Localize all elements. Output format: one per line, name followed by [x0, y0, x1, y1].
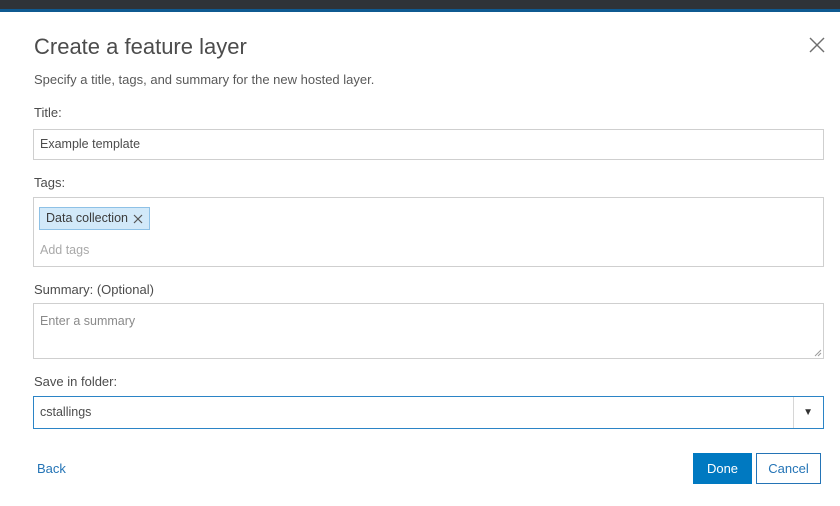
summary-placeholder: Enter a summary	[40, 314, 136, 328]
dialog-title: Create a feature layer	[34, 34, 247, 59]
folder-select[interactable]: cstallings ▼	[33, 396, 824, 429]
close-button[interactable]	[806, 34, 828, 56]
tags-label: Tags:	[34, 175, 66, 190]
close-icon	[809, 37, 825, 53]
back-link[interactable]: Back	[37, 461, 66, 476]
app-header-accent	[0, 9, 840, 12]
remove-tag-icon[interactable]	[133, 214, 143, 224]
summary-label: Summary: (Optional)	[34, 282, 154, 297]
tag-chip-label: Data collection	[46, 211, 128, 225]
chevron-down-icon[interactable]: ▼	[803, 397, 813, 428]
title-label: Title:	[34, 105, 62, 120]
tags-input[interactable]: Data collection Add tags	[33, 197, 824, 267]
resize-grip-icon[interactable]	[813, 348, 822, 357]
app-header-bar	[0, 0, 840, 9]
cancel-button[interactable]: Cancel	[756, 453, 821, 484]
tags-placeholder: Add tags	[40, 243, 90, 257]
summary-textarea[interactable]: Enter a summary	[33, 303, 824, 359]
select-divider	[793, 397, 794, 428]
title-input[interactable]: Example template	[33, 129, 824, 160]
tag-chip-data-collection: Data collection	[39, 207, 150, 230]
done-button[interactable]: Done	[693, 453, 752, 484]
dialog-subtitle: Specify a title, tags, and summary for t…	[34, 72, 375, 87]
folder-label: Save in folder:	[34, 374, 118, 389]
folder-selected-value: cstallings	[40, 405, 92, 419]
